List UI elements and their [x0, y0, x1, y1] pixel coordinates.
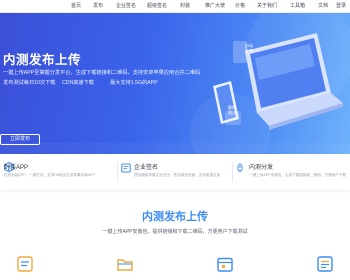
nav-price[interactable]: 价格 [235, 0, 245, 13]
hero-description-line2a: 发布测试每日10次下载 [3, 80, 56, 86]
nav-home[interactable]: 首页 [71, 0, 81, 13]
nav-super-sign[interactable]: 超级签名 [147, 0, 167, 13]
folder-icon [117, 259, 133, 271]
feature-strip: 封装APP 在线封装APP，一键打包，支持H5网页生成苹果安卓APP 企业签名 … [0, 154, 350, 190]
hero-description-line2c: 最大支持1.5G的APP [110, 80, 158, 86]
feature-package-app[interactable]: 封装APP 在线封装APP，一键打包，支持H5网页生成苹果安卓APP [0, 154, 117, 190]
feature-title: 封装APP [4, 165, 29, 171]
hero-banner: 内测发布上传 一键上传APP至掌握分发平台，生成下载链接和二维码，支持安卓苹果应… [0, 13, 350, 154]
feature-description: 在线封装APP，一键打包，支持H5网页生成苹果安卓APP [4, 173, 95, 177]
section-title: 内测发布上传 [142, 211, 208, 223]
nav-toolbox[interactable]: 工具箱 [290, 0, 305, 13]
feature-title: 企业签名 [134, 165, 159, 171]
feature-enterprise-sign[interactable]: 企业签名 提供超级苹果企业证书，签名稳定快速，支持各类应用 [118, 154, 232, 190]
calendar-icon [217, 257, 233, 272]
nav-publish[interactable]: 发布 [93, 0, 103, 13]
top-navigation: 首页 发布 企业签名 超级签名 封装 推广大使 价格 关于我们 工具箱 文档 登… [0, 0, 350, 13]
nav-promoter[interactable]: 推广大使 [205, 0, 225, 13]
hero-description-line1: 一键上传APP至掌握分发平台，生成下载链接和二维码，支持安卓苹果应用合并二维码 [3, 70, 201, 76]
hero-title: 内测发布上传 [3, 53, 82, 67]
hero-description-line2b: CDN高速下载 [62, 80, 94, 86]
feature-description: 一键上传APP安装包，生成下载链接和二维码，方便用户下载 [249, 173, 347, 177]
feature-description: 提供超级苹果企业证书，签名稳定快速，支持各类应用 [134, 173, 221, 177]
feature-title: 内测分发 [249, 165, 274, 171]
nav-about[interactable]: 关于我们 [257, 0, 277, 13]
document-icon [17, 256, 33, 272]
nav-login[interactable]: 登录 [336, 0, 346, 13]
laptop-illustration [213, 33, 343, 130]
nav-package[interactable]: 封装 [180, 0, 190, 13]
nav-enterprise-sign[interactable]: 企业签名 [116, 0, 136, 13]
certificate-icon [121, 163, 131, 173]
section-subtitle: 一键上传APP安装包，提供链接和下载二维码，方便用户下载测试 [102, 229, 248, 235]
tag-auto-publish: 自动发布 [244, 43, 254, 53]
nav-docs[interactable]: 文档 [318, 0, 328, 13]
feature-beta-distribution[interactable]: 内测分发 一键上传APP安装包，生成下载链接和二维码，方便用户下载 [233, 154, 350, 190]
list-icon [317, 256, 333, 272]
publish-now-button[interactable]: 立即发布 [0, 134, 40, 145]
rocket-icon [237, 163, 243, 173]
tag-simulate-test: 模拟测试 [227, 105, 237, 115]
